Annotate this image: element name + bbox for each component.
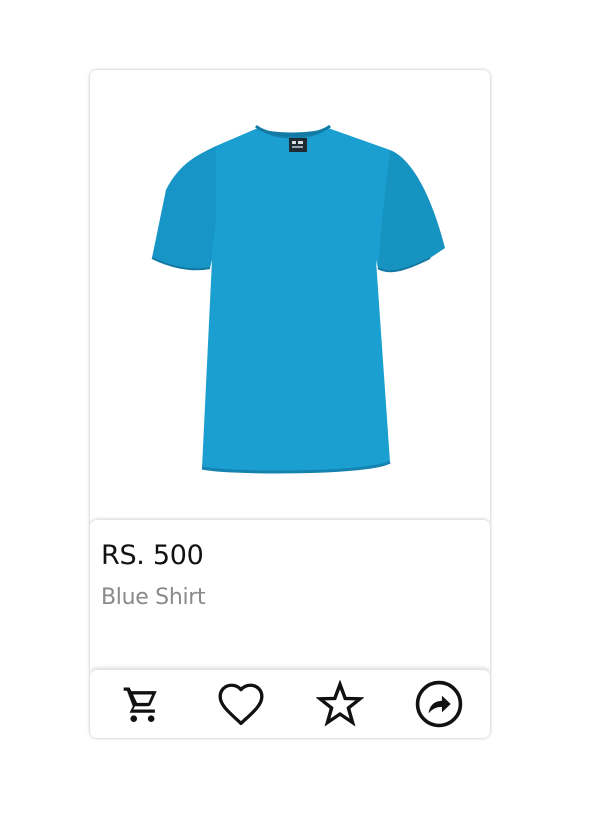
- heart-icon: [218, 683, 263, 726]
- add-to-cart-button[interactable]: [114, 676, 170, 732]
- product-name: Blue Shirt: [101, 585, 206, 610]
- cart-icon: [123, 687, 157, 722]
- product-card[interactable]: RS. 500 Blue Shirt: [90, 70, 490, 738]
- product-price: RS. 500: [101, 540, 204, 571]
- product-image[interactable]: [90, 70, 490, 520]
- rate-button[interactable]: [312, 676, 368, 732]
- favorite-button[interactable]: [213, 676, 269, 732]
- tshirt-image: [151, 124, 445, 474]
- share-button[interactable]: [411, 676, 467, 732]
- share-icon: [415, 680, 462, 728]
- action-bar: [90, 670, 490, 738]
- product-info-panel: RS. 500 Blue Shirt: [90, 520, 490, 738]
- star-icon: [315, 680, 364, 727]
